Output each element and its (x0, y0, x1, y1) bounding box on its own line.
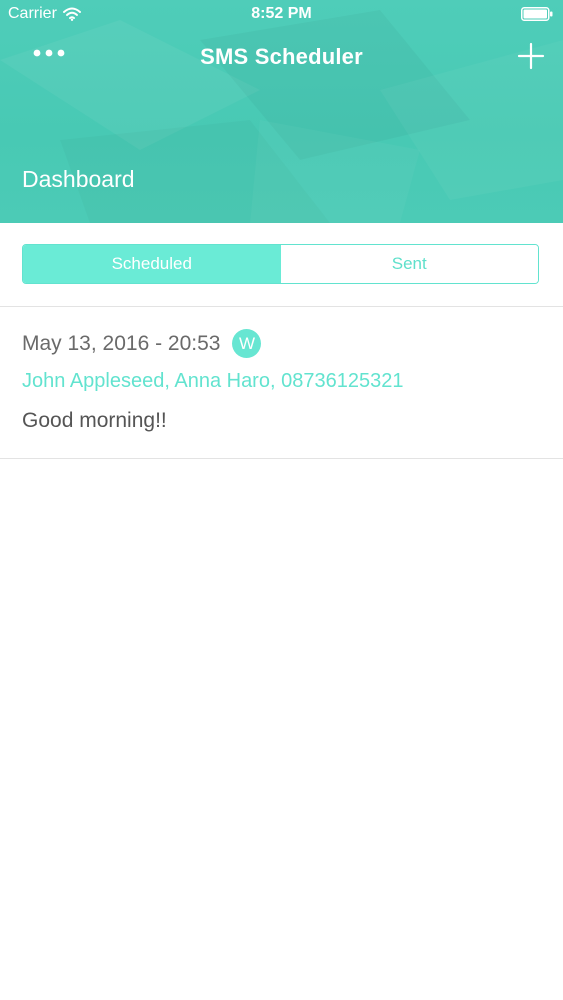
section-title: Dashboard (22, 166, 135, 192)
plus-icon (517, 42, 545, 70)
battery-icon (521, 7, 553, 21)
tab-segmented-control: Scheduled Sent (22, 244, 539, 284)
list-divider (0, 458, 563, 459)
tab-scheduled[interactable]: Scheduled (23, 245, 281, 283)
status-bar: Carrier 8:52 PM (0, 0, 563, 28)
app-screen: Carrier 8:52 PM SMS Scheduler Dashboard … (0, 0, 563, 1000)
app-title: SMS Scheduler (200, 44, 363, 69)
message-list-item[interactable]: May 13, 2016 - 20:53 W John Appleseed, A… (0, 307, 563, 458)
header: Carrier 8:52 PM SMS Scheduler Dashboard (0, 0, 563, 223)
status-time: 8:52 PM (251, 5, 312, 22)
repeat-weekly-badge: W (232, 329, 262, 358)
navigation-bar: SMS Scheduler (0, 30, 563, 84)
message-recipients: John Appleseed, Anna Haro, 08736125321 (22, 370, 404, 392)
add-message-button[interactable] (513, 38, 549, 74)
tab-sent[interactable]: Sent (280, 245, 538, 283)
message-date-line: May 13, 2016 - 20:53 W (22, 329, 262, 358)
message-text: Good morning!! (22, 409, 167, 432)
message-date: May 13, 2016 - 20:53 (22, 331, 221, 355)
